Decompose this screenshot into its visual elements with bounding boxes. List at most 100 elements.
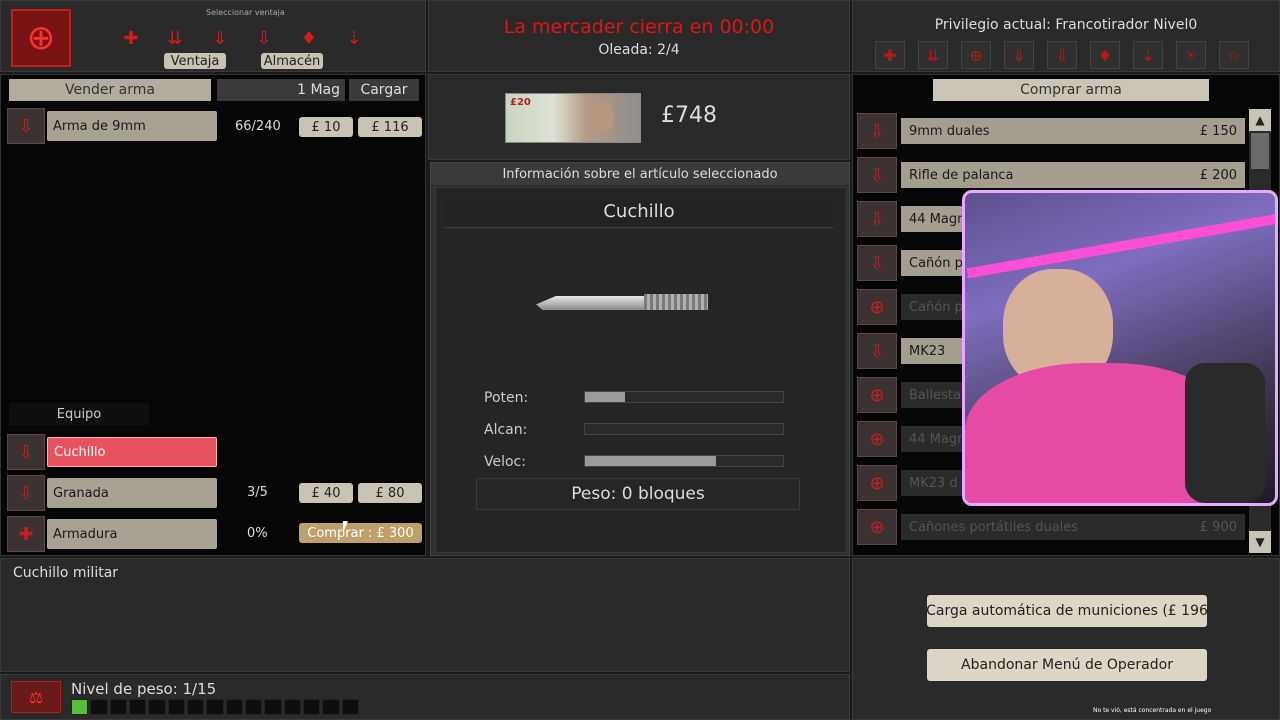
buy-item-row[interactable]: ⇩ 9mm duales £ 150 (857, 109, 1245, 153)
weapon-perk-icon: ⇩ (857, 113, 897, 149)
item-info-body: Cuchillo Poten: Alcan: Veloc: Peso: 0 bl… (435, 187, 847, 553)
perk-select-title: Seleccionar ventaja (206, 8, 285, 17)
privilege-berserker-icon: ⇩ (1047, 41, 1077, 69)
grenade-fill-button[interactable]: £ 80 (358, 483, 422, 503)
fill-ammo-button[interactable]: £ 116 (358, 117, 422, 137)
perk-demo-icon[interactable]: ⇣ (341, 25, 367, 51)
buy-item-name: MK23 d (909, 475, 958, 491)
privilege-support-icon: ⇊ (918, 41, 948, 69)
equipment-armor-row[interactable]: Armadura (47, 519, 217, 549)
buy-mag-button[interactable]: £ 10 (299, 117, 353, 137)
equipment-title: Equipo (9, 403, 149, 425)
armor-percent: 0% (247, 526, 268, 541)
mag-header: 1 Mag (217, 79, 345, 101)
description-panel: Cuchillo militar (0, 558, 850, 672)
privilege-medic-icon: ✚ (875, 41, 905, 69)
grenade-icon: ⇩ (7, 475, 45, 511)
scroll-down-button[interactable]: ▼ (1249, 531, 1271, 553)
stat-speed-fill (585, 456, 716, 466)
knife-image (536, 296, 646, 310)
equipment-knife-row[interactable]: Cuchillo (47, 437, 217, 467)
weight-bar (71, 699, 359, 715)
weapon-perk-icon: ⇩ (857, 201, 897, 237)
buy-title: Comprar arma (933, 79, 1209, 101)
privilege-commando-icon: ⇓ (1004, 41, 1034, 69)
item-name: Cuchillo (444, 196, 834, 228)
armor-icon: ✚ (7, 516, 45, 552)
load-header: Cargar (349, 79, 419, 101)
wave-counter: Oleada: 2/4 (598, 42, 680, 58)
buy-item-label[interactable]: Rifle de palanca £ 200 (901, 162, 1245, 188)
storage-tab-button[interactable]: Almacén (261, 53, 323, 69)
buy-item-name: 9mm duales (909, 123, 990, 139)
trader-header: La mercader cierra en 00:00 Oleada: 2/4 (428, 0, 850, 72)
scroll-thumb[interactable] (1251, 133, 1269, 169)
buy-item-name: Cañones portátiles duales (909, 519, 1079, 535)
weapon-perk-locked-icon: ⊕ (857, 377, 897, 413)
perk-medic-icon[interactable]: ✚ (118, 25, 144, 51)
buy-item-name: Cañón p (909, 299, 963, 315)
equipment-grenade-row[interactable]: Granada (47, 478, 217, 508)
buy-item-price: £ 150 (1199, 123, 1237, 139)
buy-item-label[interactable]: 9mm duales £ 150 (901, 118, 1245, 144)
weight-segment (322, 699, 340, 715)
buy-item-price: £ 200 (1199, 167, 1237, 183)
item-description: Cuchillo militar (13, 565, 119, 581)
weight-segment (128, 699, 147, 715)
stat-speed-bar (584, 455, 784, 467)
webcam-chair (1185, 363, 1265, 503)
weight-segment (186, 699, 205, 715)
banknote-icon: £20 (505, 93, 641, 143)
pistol-icon: ⇩ (7, 108, 45, 144)
privilege-demo-icon: ⇣ (1133, 41, 1163, 69)
weight-level-label: Nivel de peso: 1/15 (71, 680, 217, 698)
perk-firebug-icon[interactable]: ♦ (296, 25, 322, 51)
weight-segment (283, 699, 301, 715)
buy-item-name: MK23 (909, 343, 946, 359)
perk-tab-button[interactable]: Ventaja (164, 53, 226, 69)
buy-item-name: Cañón p (909, 255, 963, 271)
scroll-up-button[interactable]: ▲ (1249, 109, 1271, 131)
weapon-perk-locked-icon: ⊕ (857, 421, 897, 457)
knife-icon: ⇩ (7, 434, 45, 470)
weight-segment (225, 699, 243, 715)
privilege-firebug-icon: ♦ (1090, 41, 1120, 69)
weight-segment (148, 699, 166, 715)
buy-item-name: 44 Magn (909, 431, 966, 447)
armor-buy-button[interactable]: Comprar : £ 300 (299, 523, 422, 543)
trader-close-timer: La mercader cierra en 00:00 (503, 16, 775, 38)
grenade-buy-one-button[interactable]: £ 40 (299, 483, 353, 503)
money-panel: £20 £748 (428, 74, 850, 160)
perk-support-icon[interactable]: ⇊ (162, 25, 188, 51)
sell-weapon-row[interactable]: Arma de 9mm (47, 111, 217, 141)
weapon-perk-icon: ⇩ (857, 245, 897, 281)
mouse-cursor-icon (343, 521, 348, 533)
perk-berserker-icon[interactable]: ⇩ (251, 25, 277, 51)
weight-segment (302, 699, 321, 715)
buy-item-name: Ballesta (909, 387, 961, 403)
actions-panel: Carga automática de municiones (£ 196 Ab… (852, 558, 1280, 720)
weapon-perk-locked-icon: ⊕ (857, 289, 897, 325)
webcam-overlay (962, 190, 1278, 506)
sell-panel: Vender arma 1 Mag Cargar ⇩ Arma de 9mm 6… (0, 74, 426, 556)
perk-commando-icon[interactable]: ⇓ (207, 25, 233, 51)
buy-item-label[interactable]: Cañones portátiles duales £ 900 (901, 514, 1245, 540)
perk-selector-panel: ⊕ Seleccionar ventaja ✚ ⇊ ⇓ ⇩ ♦ ⇣ Ventaj… (0, 0, 426, 72)
privilege-special-icon: ⍟ (1176, 41, 1206, 69)
item-weight: Peso: 0 bloques (476, 478, 800, 510)
item-info-title: Información sobre el artículo selecciona… (431, 163, 849, 185)
weapon-perk-locked-icon: ⊕ (857, 509, 897, 545)
weight-segment (109, 699, 127, 715)
buy-item-row[interactable]: ⊕ Cañones portátiles duales £ 900 (857, 505, 1245, 549)
exit-trader-button[interactable]: Abandonar Menú de Operador (927, 649, 1207, 681)
stat-power-label: Poten: (484, 390, 529, 406)
stat-power-bar (584, 391, 784, 403)
privilege-star-icon: ☆ (1219, 41, 1249, 69)
stat-power-fill (585, 392, 625, 402)
stat-speed-label: Veloc: (484, 454, 526, 470)
weight-segment (206, 699, 224, 715)
autobuy-ammo-button[interactable]: Carga automática de municiones (£ 196 (927, 595, 1207, 627)
grenade-count: 3/5 (247, 485, 268, 500)
weight-segment (90, 699, 108, 715)
buy-item-price: £ 900 (1199, 519, 1237, 535)
